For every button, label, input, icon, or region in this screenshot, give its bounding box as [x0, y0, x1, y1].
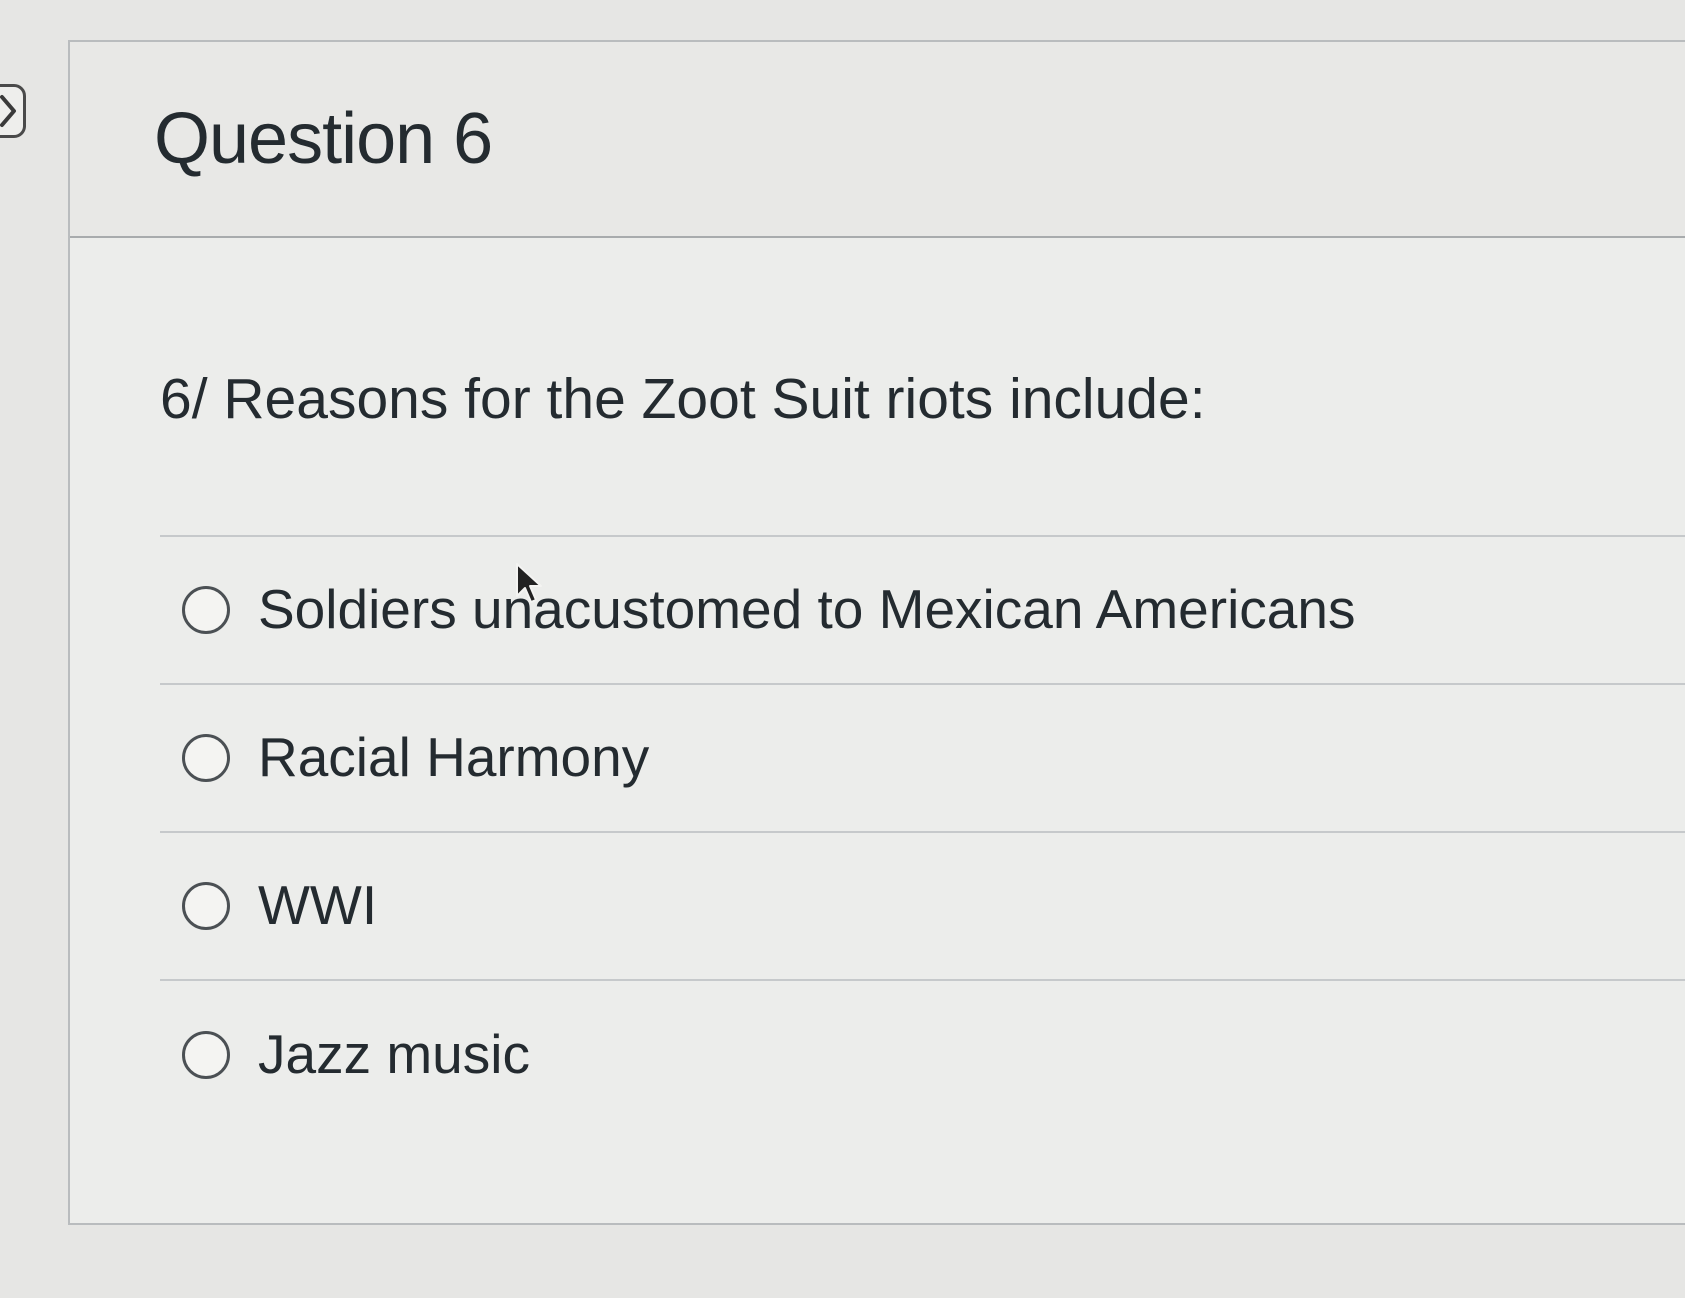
- answer-option[interactable]: Jazz music: [160, 981, 1685, 1129]
- answer-option[interactable]: WWI: [160, 833, 1685, 981]
- radio-button[interactable]: [182, 585, 230, 634]
- radio-button[interactable]: [182, 733, 230, 782]
- question-card: Question 6 6/ Reasons for the Zoot Suit …: [68, 40, 1685, 1225]
- question-header: Question 6: [70, 42, 1685, 238]
- answer-label: Soldiers unacustomed to Mexican American…: [258, 578, 1356, 641]
- question-title: Question 6: [154, 99, 493, 179]
- answer-option[interactable]: Racial Harmony: [160, 685, 1685, 833]
- sidebar-toggle-button[interactable]: [0, 84, 26, 138]
- answer-label: Jazz music: [258, 1023, 530, 1086]
- mouse-cursor-icon: [516, 563, 542, 603]
- answer-label: WWI: [258, 874, 378, 937]
- answer-label: Racial Harmony: [258, 726, 650, 789]
- question-text: 6/ Reasons for the Zoot Suit riots inclu…: [160, 367, 1206, 431]
- answer-option[interactable]: Soldiers unacustomed to Mexican American…: [160, 537, 1685, 685]
- question-body: 6/ Reasons for the Zoot Suit riots inclu…: [70, 238, 1685, 1129]
- chevron-right-icon: [0, 95, 16, 127]
- radio-button[interactable]: [182, 1030, 230, 1079]
- radio-button[interactable]: [182, 881, 230, 930]
- answer-list: Soldiers unacustomed to Mexican American…: [160, 534, 1685, 1129]
